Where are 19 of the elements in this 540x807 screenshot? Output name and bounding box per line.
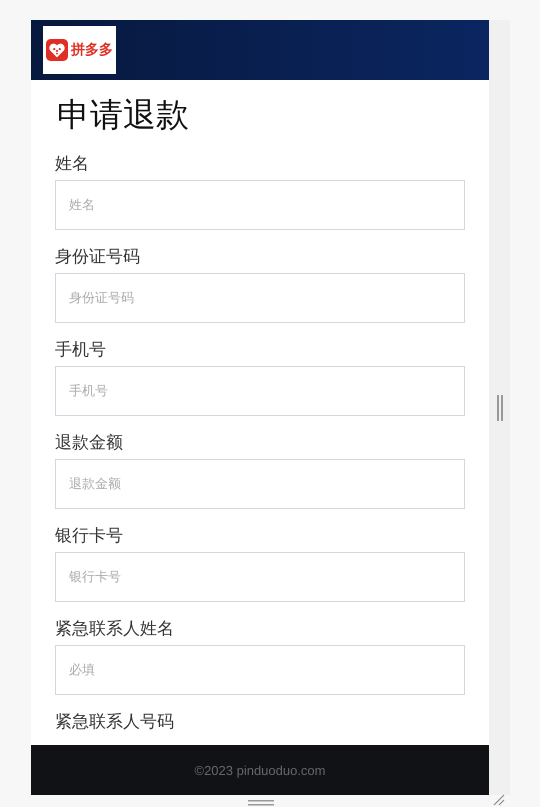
input-field[interactable]: 姓名 xyxy=(55,180,465,230)
field-label: 姓名 xyxy=(55,153,90,176)
resize-grip-icon[interactable] xyxy=(493,794,505,806)
page-title: 申请退款 xyxy=(57,94,190,136)
copyright-text: ©2023 pinduoduo.com xyxy=(194,762,326,778)
drag-handle-icon[interactable] xyxy=(248,800,274,806)
input-field[interactable]: 退款金额 xyxy=(55,459,465,509)
field-label: 银行卡号 xyxy=(55,525,124,548)
drag-handle-icon[interactable] xyxy=(496,394,502,420)
input-field[interactable]: 银行卡号 xyxy=(55,552,465,602)
field-label: 退款金额 xyxy=(55,432,124,455)
field-label: 紧急联系人姓名 xyxy=(55,618,175,641)
logo-text: 拼多多 xyxy=(71,41,113,59)
input-field[interactable]: 必填 xyxy=(55,645,465,695)
field-label: 紧急联系人号码 xyxy=(55,711,175,734)
field-label: 手机号 xyxy=(55,339,107,362)
input-field[interactable]: 身份证号码 xyxy=(55,273,465,323)
field-label: 身份证号码 xyxy=(55,246,141,269)
input-field[interactable]: 手机号 xyxy=(55,366,465,416)
